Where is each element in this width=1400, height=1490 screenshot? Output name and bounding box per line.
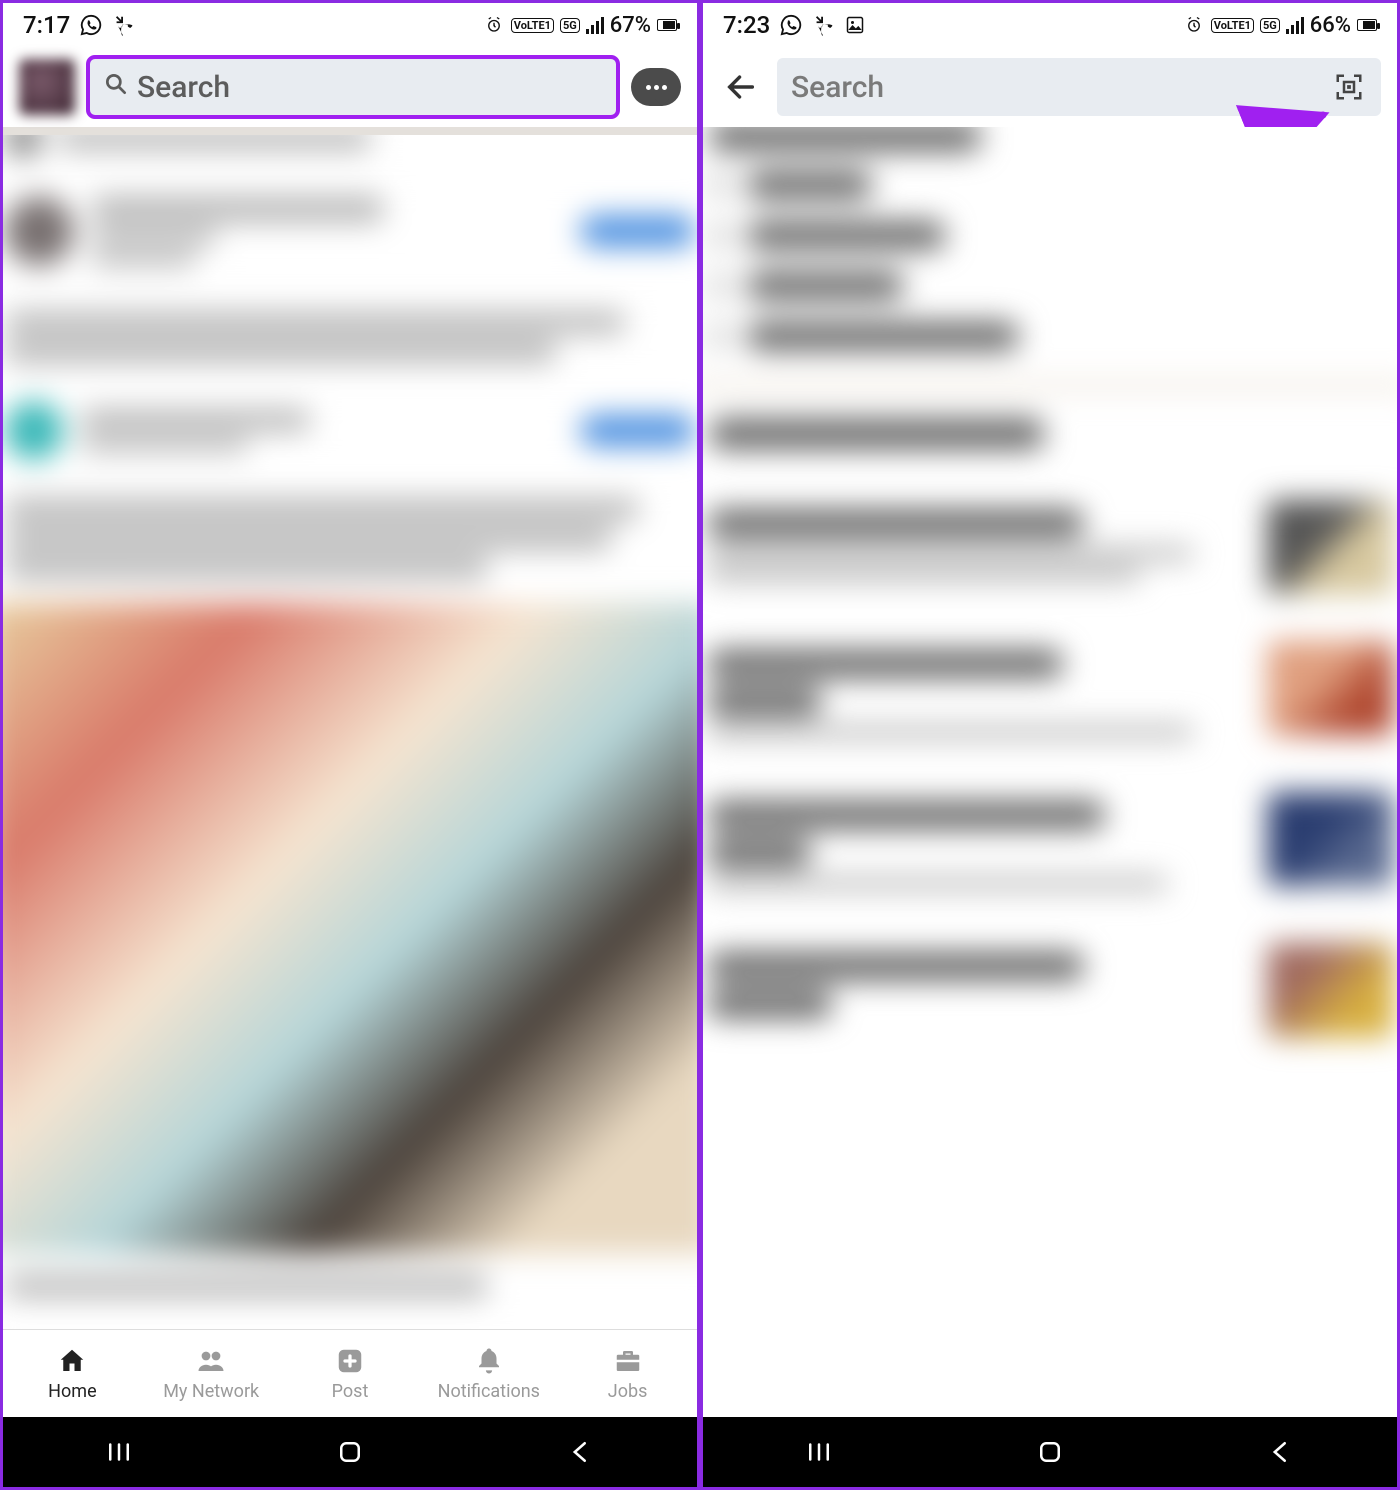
android-nav-bar bbox=[3, 1417, 697, 1487]
phone-left: 7:17 VoLTE1 5G 67% bbox=[3, 3, 697, 1487]
nav-back[interactable] bbox=[1259, 1430, 1303, 1474]
5g-badge: 5G bbox=[560, 18, 580, 33]
status-time: 7:23 bbox=[723, 11, 770, 39]
profile-avatar[interactable] bbox=[19, 59, 75, 115]
missed-call-icon bbox=[812, 14, 834, 36]
signal-bars-icon bbox=[586, 16, 604, 34]
qr-scan-icon[interactable] bbox=[1331, 69, 1367, 105]
whatsapp-icon bbox=[780, 14, 802, 36]
nav-recents[interactable] bbox=[797, 1430, 841, 1474]
tab-post[interactable]: Post bbox=[281, 1330, 420, 1417]
tab-jobs[interactable]: Jobs bbox=[558, 1330, 697, 1417]
tab-home[interactable]: Home bbox=[3, 1330, 142, 1417]
gallery-icon bbox=[844, 14, 866, 36]
phone-right: 7:23 VoLTE1 5G 66% bbox=[703, 3, 1397, 1487]
alarm-icon bbox=[483, 14, 505, 36]
search-input[interactable]: Search bbox=[777, 58, 1381, 116]
briefcase-icon bbox=[609, 1345, 647, 1377]
nav-recents[interactable] bbox=[97, 1430, 141, 1474]
search-header: Search bbox=[703, 47, 1397, 127]
home-icon bbox=[53, 1345, 91, 1377]
messages-icon[interactable] bbox=[631, 68, 681, 106]
volte-badge: VoLTE1 bbox=[511, 18, 554, 33]
nav-home[interactable] bbox=[1028, 1430, 1072, 1474]
tab-network[interactable]: My Network bbox=[142, 1330, 281, 1417]
tab-notifications[interactable]: Notifications bbox=[419, 1330, 558, 1417]
status-bar: 7:23 VoLTE1 5G 66% bbox=[703, 3, 1397, 47]
app-header: Search bbox=[3, 47, 697, 127]
search-suggestions bbox=[703, 127, 1397, 1417]
tab-label: Post bbox=[332, 1381, 369, 1402]
status-time: 7:17 bbox=[23, 11, 70, 39]
battery-icon bbox=[657, 19, 677, 31]
back-button[interactable] bbox=[719, 65, 763, 109]
search-input[interactable]: Search bbox=[89, 58, 617, 116]
signal-bars-icon bbox=[1286, 16, 1304, 34]
missed-call-icon bbox=[112, 14, 134, 36]
separator bbox=[3, 127, 697, 135]
android-nav-bar bbox=[703, 1417, 1397, 1487]
battery-percent: 67% bbox=[610, 13, 651, 38]
network-icon bbox=[192, 1345, 230, 1377]
search-placeholder: Search bbox=[137, 70, 230, 105]
feed bbox=[3, 135, 697, 1329]
tab-label: My Network bbox=[163, 1381, 259, 1402]
tab-label: Home bbox=[48, 1381, 96, 1402]
tab-label: Jobs bbox=[608, 1381, 648, 1402]
nav-back[interactable] bbox=[559, 1430, 603, 1474]
bell-icon bbox=[470, 1345, 508, 1377]
search-icon bbox=[103, 70, 129, 105]
bottom-tab-bar: Home My Network Post Notifications bbox=[3, 1329, 697, 1417]
5g-badge: 5G bbox=[1260, 18, 1280, 33]
tab-label: Notifications bbox=[438, 1381, 540, 1402]
battery-percent: 66% bbox=[1310, 13, 1351, 38]
search-placeholder: Search bbox=[791, 70, 884, 105]
battery-icon bbox=[1357, 19, 1377, 31]
whatsapp-icon bbox=[80, 14, 102, 36]
nav-home[interactable] bbox=[328, 1430, 372, 1474]
volte-badge: VoLTE1 bbox=[1211, 18, 1254, 33]
alarm-icon bbox=[1183, 14, 1205, 36]
status-bar: 7:17 VoLTE1 5G 67% bbox=[3, 3, 697, 47]
post-icon bbox=[331, 1345, 369, 1377]
